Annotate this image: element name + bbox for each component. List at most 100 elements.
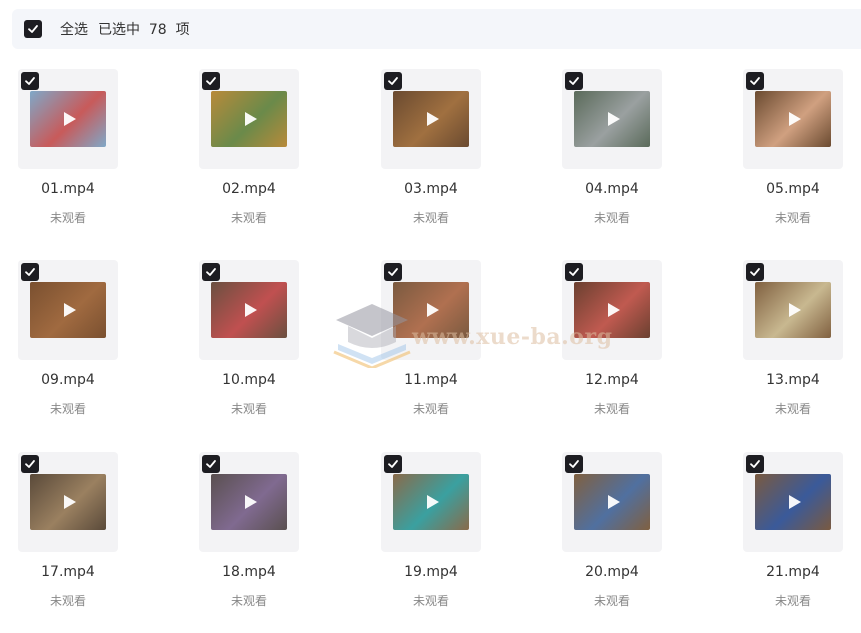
checkmark-icon bbox=[569, 77, 579, 85]
file-checkbox[interactable] bbox=[565, 263, 583, 281]
watch-status: 未观看 bbox=[774, 402, 811, 416]
play-icon bbox=[245, 495, 257, 509]
video-thumbnail[interactable] bbox=[574, 91, 650, 147]
play-icon bbox=[64, 112, 76, 126]
checkmark-icon bbox=[25, 77, 35, 85]
checkmark-icon bbox=[388, 268, 398, 276]
video-thumbnail[interactable] bbox=[755, 282, 831, 338]
file-checkbox[interactable] bbox=[746, 263, 764, 281]
watch-status: 未观看 bbox=[412, 594, 449, 608]
file-card[interactable] bbox=[381, 452, 481, 552]
file-name[interactable]: 18.mp4 bbox=[189, 564, 309, 580]
file-checkbox[interactable] bbox=[202, 455, 220, 473]
file-card[interactable] bbox=[743, 452, 843, 552]
video-thumbnail[interactable] bbox=[30, 91, 106, 147]
video-thumbnail[interactable] bbox=[30, 474, 106, 530]
file-card[interactable] bbox=[743, 260, 843, 360]
file-name[interactable]: 10.mp4 bbox=[189, 372, 309, 388]
file-card[interactable] bbox=[562, 69, 662, 169]
file-card[interactable] bbox=[199, 69, 299, 169]
file-checkbox[interactable] bbox=[202, 72, 220, 90]
video-thumbnail[interactable] bbox=[393, 91, 469, 147]
play-icon bbox=[64, 303, 76, 317]
file-checkbox[interactable] bbox=[384, 455, 402, 473]
play-icon bbox=[427, 495, 439, 509]
watch-status: 未观看 bbox=[412, 211, 449, 225]
file-checkbox[interactable] bbox=[384, 72, 402, 90]
checkmark-icon bbox=[569, 460, 579, 468]
video-thumbnail[interactable] bbox=[574, 474, 650, 530]
checkmark-icon bbox=[388, 460, 398, 468]
file-checkbox[interactable] bbox=[565, 72, 583, 90]
checkmark-icon bbox=[750, 268, 760, 276]
file-name[interactable]: 17.mp4 bbox=[8, 564, 128, 580]
watch-status: 未观看 bbox=[593, 402, 630, 416]
file-checkbox[interactable] bbox=[565, 455, 583, 473]
file-name[interactable]: 05.mp4 bbox=[733, 181, 853, 197]
play-icon bbox=[789, 303, 801, 317]
play-icon bbox=[427, 112, 439, 126]
watch-status: 未观看 bbox=[412, 402, 449, 416]
file-card[interactable] bbox=[381, 69, 481, 169]
checkmark-icon bbox=[25, 460, 35, 468]
checkmark-icon bbox=[206, 268, 216, 276]
watch-status: 未观看 bbox=[230, 402, 267, 416]
video-thumbnail[interactable] bbox=[211, 91, 287, 147]
video-thumbnail[interactable] bbox=[30, 282, 106, 338]
video-thumbnail[interactable] bbox=[574, 282, 650, 338]
file-card[interactable] bbox=[18, 452, 118, 552]
file-name[interactable]: 13.mp4 bbox=[733, 372, 853, 388]
file-card[interactable] bbox=[562, 260, 662, 360]
play-icon bbox=[245, 112, 257, 126]
file-name[interactable]: 01.mp4 bbox=[8, 181, 128, 197]
video-thumbnail[interactable] bbox=[393, 474, 469, 530]
file-name[interactable]: 09.mp4 bbox=[8, 372, 128, 388]
file-name[interactable]: 11.mp4 bbox=[371, 372, 491, 388]
video-thumbnail[interactable] bbox=[755, 91, 831, 147]
file-card[interactable] bbox=[743, 69, 843, 169]
file-checkbox[interactable] bbox=[202, 263, 220, 281]
checkmark-icon bbox=[750, 77, 760, 85]
play-icon bbox=[789, 495, 801, 509]
file-checkbox[interactable] bbox=[384, 263, 402, 281]
watch-status: 未观看 bbox=[49, 402, 86, 416]
watch-status: 未观看 bbox=[774, 211, 811, 225]
file-checkbox[interactable] bbox=[746, 455, 764, 473]
video-thumbnail[interactable] bbox=[393, 282, 469, 338]
file-name[interactable]: 21.mp4 bbox=[733, 564, 853, 580]
file-checkbox[interactable] bbox=[21, 263, 39, 281]
file-name[interactable]: 19.mp4 bbox=[371, 564, 491, 580]
watch-status: 未观看 bbox=[593, 211, 630, 225]
file-name[interactable]: 20.mp4 bbox=[552, 564, 672, 580]
file-checkbox[interactable] bbox=[746, 72, 764, 90]
play-icon bbox=[789, 112, 801, 126]
play-icon bbox=[427, 303, 439, 317]
file-card[interactable] bbox=[18, 260, 118, 360]
checkmark-icon bbox=[206, 460, 216, 468]
file-checkbox[interactable] bbox=[21, 72, 39, 90]
checkmark-icon bbox=[750, 460, 760, 468]
file-card[interactable] bbox=[199, 260, 299, 360]
checkmark-icon bbox=[569, 268, 579, 276]
play-icon bbox=[64, 495, 76, 509]
video-thumbnail[interactable] bbox=[755, 474, 831, 530]
file-card[interactable] bbox=[562, 452, 662, 552]
file-grid: 01.mp4 未观看 02.mp4 未观看 03.mp4 未观看 04.mp4 未观看 05.m… bbox=[0, 0, 861, 633]
checkmark-icon bbox=[388, 77, 398, 85]
watch-status: 未观看 bbox=[774, 594, 811, 608]
file-card[interactable] bbox=[199, 452, 299, 552]
file-name[interactable]: 04.mp4 bbox=[552, 181, 672, 197]
file-name[interactable]: 12.mp4 bbox=[552, 372, 672, 388]
watch-status: 未观看 bbox=[49, 594, 86, 608]
file-checkbox[interactable] bbox=[21, 455, 39, 473]
watch-status: 未观看 bbox=[230, 211, 267, 225]
file-name[interactable]: 02.mp4 bbox=[189, 181, 309, 197]
checkmark-icon bbox=[206, 77, 216, 85]
file-card[interactable] bbox=[381, 260, 481, 360]
video-thumbnail[interactable] bbox=[211, 282, 287, 338]
file-card[interactable] bbox=[18, 69, 118, 169]
checkmark-icon bbox=[25, 268, 35, 276]
video-thumbnail[interactable] bbox=[211, 474, 287, 530]
play-icon bbox=[608, 495, 620, 509]
file-name[interactable]: 03.mp4 bbox=[371, 181, 491, 197]
